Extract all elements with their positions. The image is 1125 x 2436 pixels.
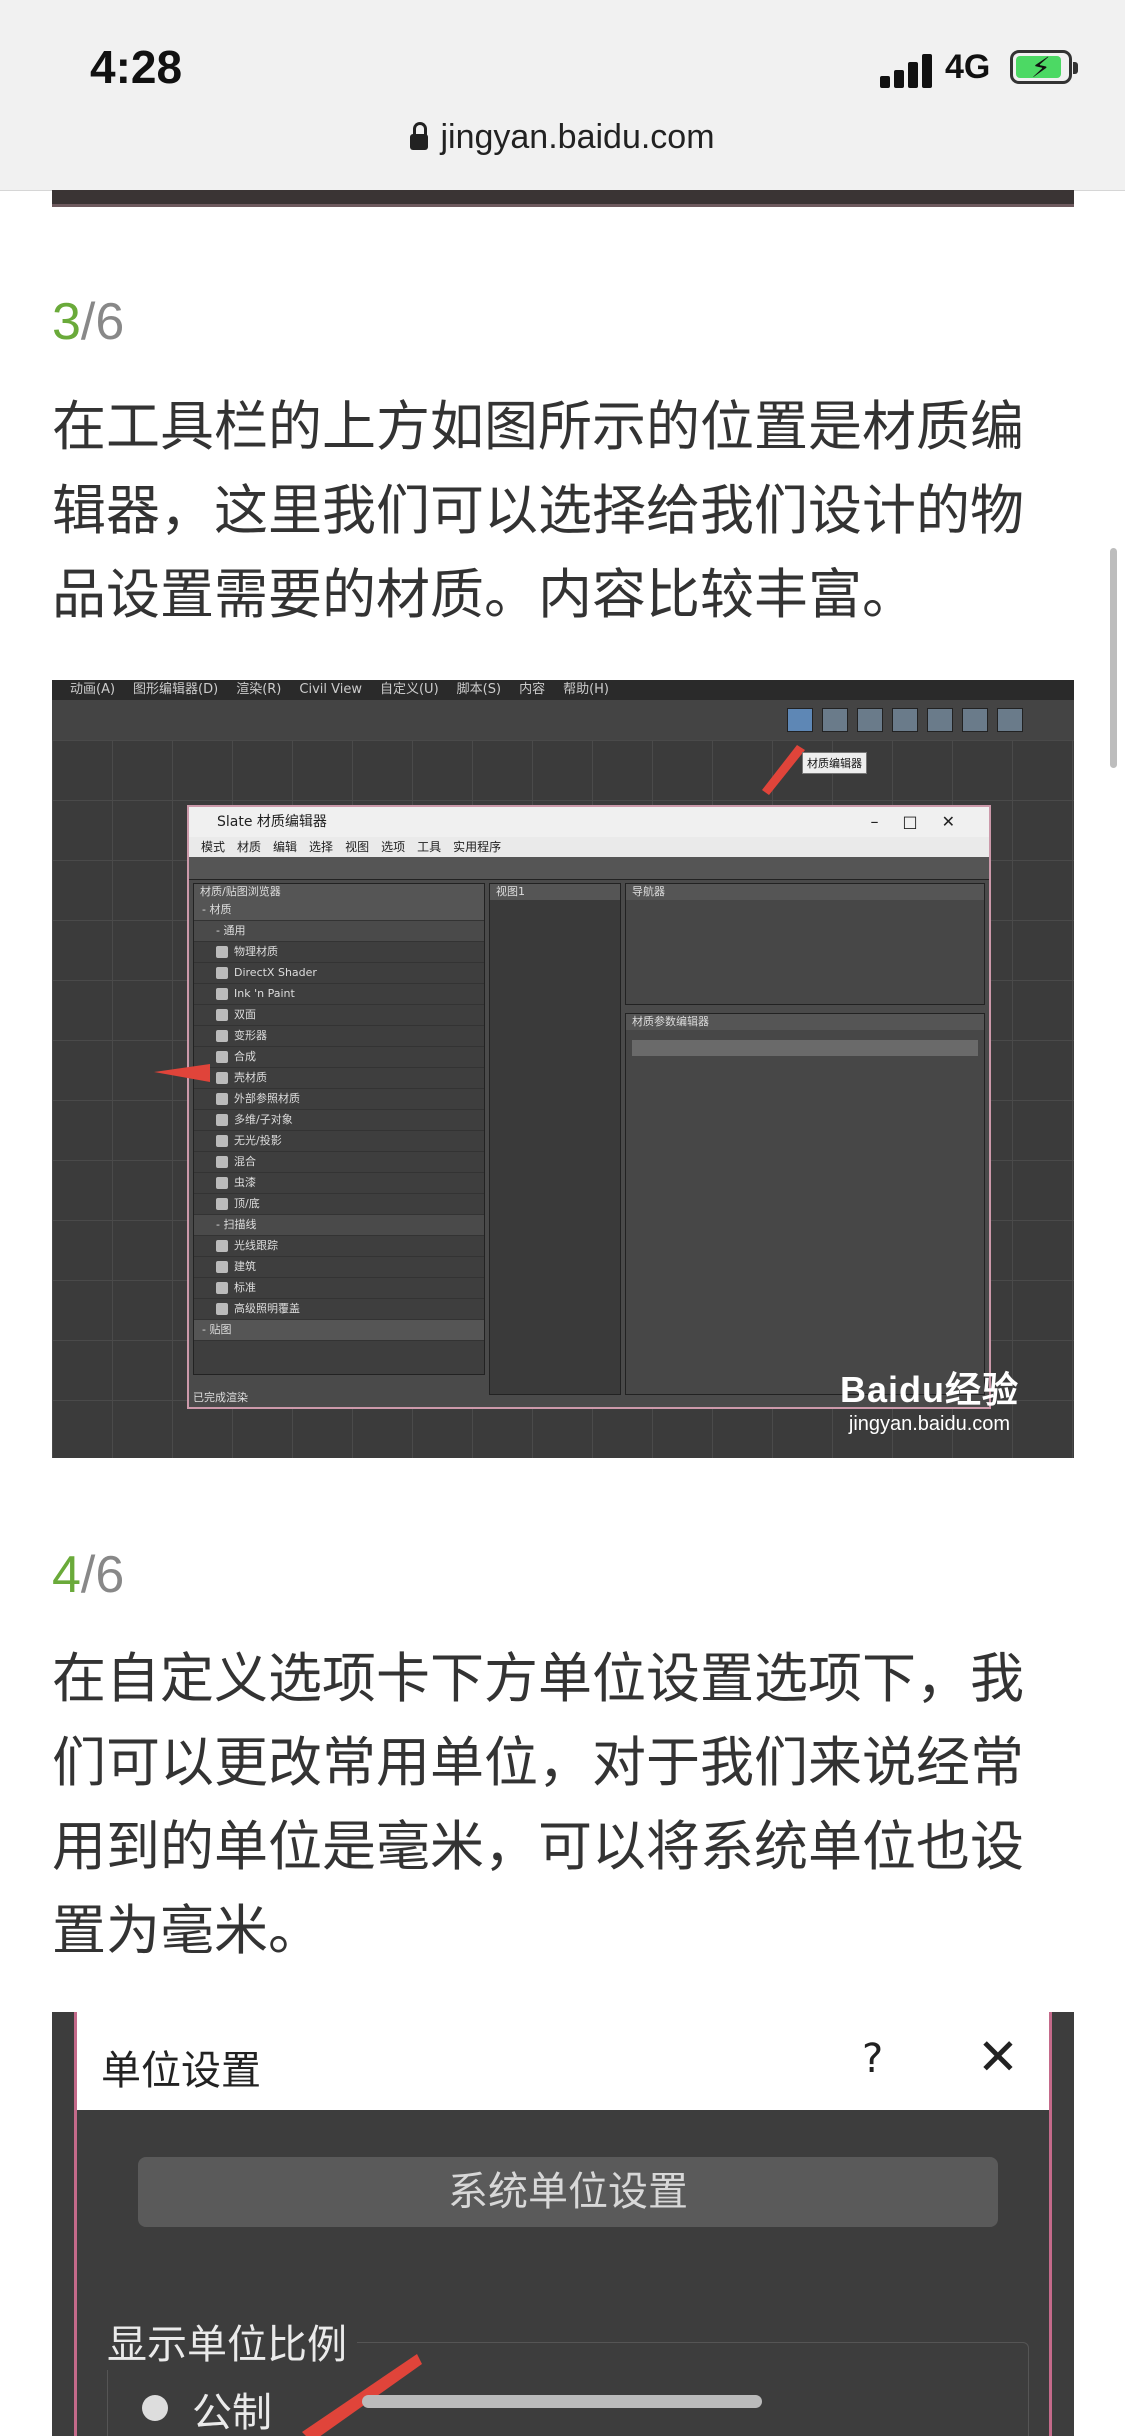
watermark-url: jingyan.baidu.com: [848, 1413, 1011, 1435]
red-arrow-icon: [762, 745, 805, 795]
window-toolbar: [189, 857, 989, 880]
step-current: 3: [52, 293, 81, 351]
view-label: 视图1: [490, 884, 620, 900]
step-image-unit-settings[interactable]: 单位设置 ? ✕ 系统单位设置 显示单位比例 公制: [52, 2012, 1074, 2436]
dialog-title-bar: 单位设置 ? ✕: [77, 2012, 1049, 2110]
material-list-item: 无光/投影: [194, 1131, 484, 1152]
network-label: 4G: [945, 48, 991, 86]
help-icon: ?: [862, 2036, 884, 2082]
toolbar-icon: [892, 708, 918, 732]
baidu-watermark: Baidu经验 jingyan.baidu.com: [840, 1361, 1019, 1436]
material-list-item: 多维/子对象: [194, 1110, 484, 1131]
browser-title: 材质/贴图浏览器: [194, 884, 484, 900]
menu-item: 视图: [345, 840, 370, 854]
material-list-item: 混合: [194, 1152, 484, 1173]
status-time: 4:28: [90, 41, 183, 93]
menu-item: 编辑: [273, 840, 298, 854]
step-counter: 4/6: [52, 1545, 124, 1605]
material-list-item: 高级照明覆盖: [194, 1299, 484, 1320]
menu-item: Civil View: [299, 682, 362, 697]
material-list-item: 物理材质: [194, 942, 484, 963]
material-list-item: DirectX Shader: [194, 963, 484, 984]
step-image-material-editor[interactable]: 动画(A) 图形编辑器(D) 渲染(R) Civil View 自定义(U) 脚本(S) 内…: [52, 680, 1074, 1458]
home-indicator[interactable]: [362, 2395, 762, 2408]
material-list-item: 双面: [194, 1005, 484, 1026]
menu-item: 脚本(S): [456, 682, 502, 697]
signal-icon: [880, 52, 936, 88]
menu-item: 选择: [309, 840, 334, 854]
navigator-panel: 导航器: [625, 883, 985, 1005]
menu-item: 动画(A): [70, 682, 116, 697]
tooltip: 材质编辑器: [802, 752, 867, 774]
menu-item: 材质: [237, 840, 262, 854]
app-toolbar: [52, 700, 1074, 741]
toolbar-icon: [927, 708, 953, 732]
previous-image-edge: [52, 190, 1074, 207]
dialog-title: 单位设置: [101, 2048, 261, 2094]
material-list-item: 变形器: [194, 1026, 484, 1047]
menu-item: 自定义(U): [379, 682, 439, 697]
material-list-item: 标准: [194, 1278, 484, 1299]
step-text: 在自定义选项卡下方单位设置选项下，我们可以更改常用单位，对于我们来说经常用到的单…: [52, 1647, 1024, 1962]
radio-label: 公制: [192, 2390, 272, 2436]
menu-item: 内容: [519, 682, 546, 697]
step-text: 在工具栏的上方如图所示的位置是材质编辑器，这里我们可以选择给我们设计的物品设置需…: [52, 395, 1024, 626]
url-text: jingyan.baidu.com: [440, 118, 715, 156]
material-list-item: 合成: [194, 1047, 484, 1068]
menu-item: 帮助(H): [563, 682, 609, 697]
window-title: Slate 材质编辑器: [217, 814, 327, 830]
window-title-bar: Slate 材质编辑器 –□✕: [189, 807, 989, 837]
material-list-item: - 扫描线: [194, 1215, 484, 1236]
close-icon: ✕: [977, 2028, 1019, 2086]
radio-metric: [142, 2395, 168, 2421]
material-list-item: 壳材质: [194, 1068, 484, 1089]
window-menubar: 模式 材质 编辑 选择 视图 选项 工具 实用程序: [189, 837, 989, 857]
toolbar-icon: [962, 708, 988, 732]
material-list-item: - 材质: [194, 900, 484, 921]
status-text: 已完成渲染: [193, 1391, 248, 1404]
watermark-brand: Baidu经验: [839, 1369, 1019, 1410]
url-bar[interactable]: jingyan.baidu.com: [0, 118, 1125, 157]
step-counter: 3/6: [52, 292, 124, 352]
toolbar-icon: [857, 708, 883, 732]
menu-item: 渲染(R): [236, 682, 282, 697]
menu-item: 图形编辑器(D): [133, 682, 219, 697]
app-menubar: 动画(A) 图形编辑器(D) 渲染(R) Civil View 自定义(U) 脚本(S) 内…: [52, 680, 1074, 700]
page-scrollbar[interactable]: [1110, 548, 1117, 768]
step-current: 4: [52, 1546, 81, 1604]
material-list-item: - 通用: [194, 921, 484, 942]
material-list-item: 光线跟踪: [194, 1236, 484, 1257]
material-list-item: 建筑: [194, 1257, 484, 1278]
material-browser: 材质/贴图浏览器 - 材质 - 通用 物理材质 DirectX Shader Ink '…: [193, 883, 485, 1375]
view-panel: 视图1: [489, 883, 621, 1395]
params-label: 材质参数编辑器: [626, 1014, 984, 1030]
menu-item: 工具: [417, 840, 442, 854]
red-arrow-icon: [302, 2354, 422, 2436]
params-panel: 材质参数编辑器: [625, 1013, 985, 1395]
lock-icon: [410, 122, 429, 150]
material-list-item: - 贴图: [194, 1320, 484, 1341]
toolbar-icon: [997, 708, 1023, 732]
step-total: /6: [80, 293, 125, 351]
browser-top-bar: 4:28 4G ⚡ jingyan.baidu.com: [0, 0, 1125, 191]
slate-material-editor-window: Slate 材质编辑器 –□✕ 模式 材质 编辑 选择 视图 选项 工具 实用程序 材质/贴图…: [187, 805, 991, 1409]
material-editor-icon: [787, 708, 813, 732]
material-list-item: 顶/底: [194, 1194, 484, 1215]
red-arrow-icon: [154, 1064, 210, 1082]
toolbar-icon: [822, 708, 848, 732]
navigator-label: 导航器: [626, 884, 984, 900]
battery-charging-icon: ⚡: [1010, 50, 1078, 84]
material-list-item: Ink 'n Paint: [194, 984, 484, 1005]
menu-item: 选项: [381, 840, 406, 854]
menu-item: 模式: [201, 840, 226, 854]
menu-item: 实用程序: [453, 840, 502, 854]
system-unit-setup-button: 系统单位设置: [138, 2157, 998, 2227]
step-total: /6: [80, 1546, 125, 1604]
material-list-item: 外部参照材质: [194, 1089, 484, 1110]
material-list-item: 虫漆: [194, 1173, 484, 1194]
window-controls: –□✕: [870, 812, 979, 831]
